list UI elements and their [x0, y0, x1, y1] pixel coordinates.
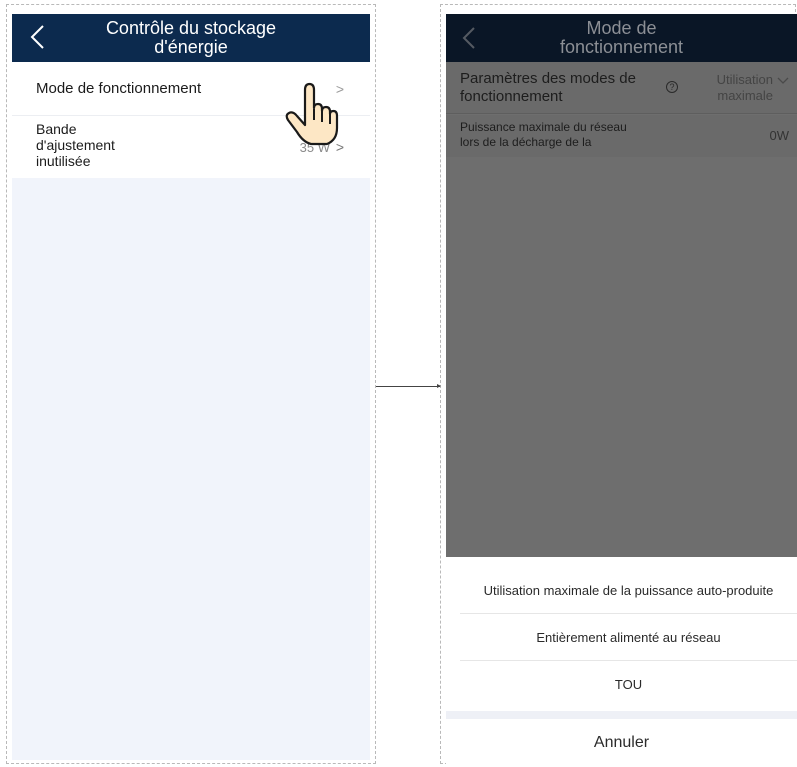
header-bar: Mode de fonctionnement [446, 14, 797, 62]
cancel-button[interactable]: Annuler [446, 719, 797, 766]
pointing-hand-icon [285, 82, 339, 146]
max-grid-power-value: 0W [769, 128, 790, 143]
unused-adjustment-band-label: Bande d'ajustement inutilisée [36, 121, 196, 169]
operating-mode-label: Mode de fonctionnement [36, 80, 202, 97]
sheet-separator [446, 711, 797, 719]
operating-mode-settings-row[interactable]: Paramètres des modes de fonctionnement ?… [446, 62, 797, 114]
label-line-3: inutilisée [36, 153, 91, 169]
back-arrow-icon[interactable] [458, 24, 482, 52]
header-bar: Contrôle du stockage d'énergie [12, 14, 370, 62]
chevron-down-icon [777, 77, 789, 84]
mode-selection-sheet: Utilisation maximale de la puissance aut… [446, 557, 797, 766]
label-line-2: lors de la décharge de la [460, 135, 592, 149]
operating-mode-screen: Mode de fonctionnement Paramètres des mo… [446, 14, 797, 766]
label-line-1: Paramètres des modes de [460, 70, 636, 87]
operating-mode-settings-label: Paramètres des modes de fonctionnement [460, 70, 660, 106]
page-title-line-1: Contrôle du stockage [105, 18, 277, 38]
page-title: Mode de fonctionnement [506, 19, 737, 57]
value-line-1: Utilisation [716, 72, 773, 87]
help-icon[interactable]: ? [666, 81, 678, 93]
transition-arrow [376, 384, 441, 388]
max-grid-power-row[interactable]: Puissance maximale du réseau lors de la … [446, 115, 797, 157]
operating-mode-value: Utilisation maximale [717, 72, 773, 104]
label-line-2: fonctionnement [460, 88, 563, 105]
page-title-line-2: fonctionnement [559, 37, 684, 57]
label-line-1: Puissance maximale du réseau [460, 120, 627, 134]
page-title: Contrôle du stockage d'énergie [62, 19, 320, 57]
option-tou[interactable]: TOU [460, 661, 797, 708]
max-grid-power-label: Puissance maximale du réseau lors de la … [460, 120, 690, 150]
page-title-line-2: d'énergie [154, 37, 228, 57]
value-line-2: maximale [717, 88, 773, 103]
label-line-1: Bande [36, 121, 77, 137]
label-line-2: d'ajustement [36, 137, 115, 153]
back-arrow-icon[interactable] [24, 22, 52, 52]
option-max-self-consumption[interactable]: Utilisation maximale de la puissance aut… [460, 567, 797, 614]
page-title-line-1: Mode de [586, 18, 657, 38]
option-fully-fed-to-grid[interactable]: Entièrement alimenté au réseau [460, 614, 797, 661]
